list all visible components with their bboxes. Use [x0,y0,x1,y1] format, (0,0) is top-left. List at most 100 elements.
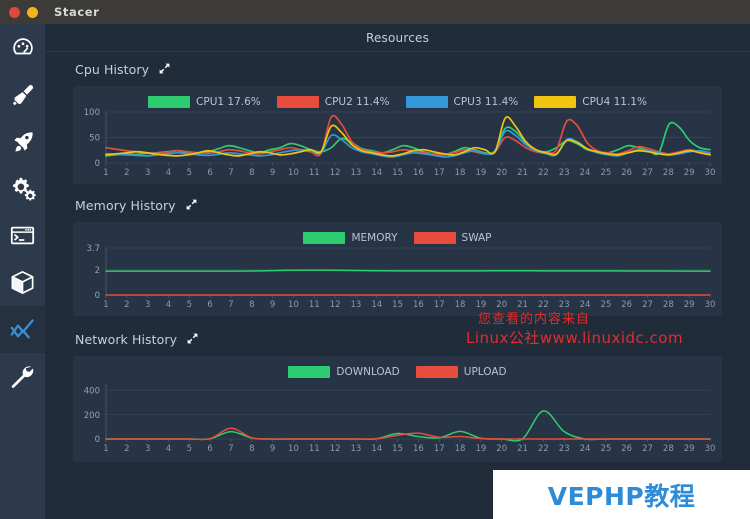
svg-text:3: 3 [145,444,150,454]
svg-text:30: 30 [705,300,716,310]
svg-text:8: 8 [249,168,254,178]
sidebar-item-startup-apps[interactable] [0,118,45,165]
titlebar: Stacer [0,0,750,24]
legend-label: CPU3 11.4% [453,96,519,108]
legend-label: CPU2 11.4% [324,96,390,108]
svg-text:23: 23 [559,300,570,310]
svg-text:24: 24 [580,168,591,178]
legend-entry: CPU1 17.6% [148,96,261,108]
svg-text:2: 2 [124,168,129,178]
svg-text:14: 14 [371,300,382,310]
svg-text:200: 200 [84,411,100,421]
gauge-icon [10,35,36,61]
legend-entry: MEMORY [303,232,398,244]
svg-text:17: 17 [434,168,445,178]
svg-text:2: 2 [95,266,100,276]
svg-text:21: 21 [517,444,528,454]
svg-text:7: 7 [228,168,233,178]
cpu-history-chart: CPU1 17.6% CPU2 11.4% CPU3 11.4% CPU4 11.1%… [73,86,722,184]
svg-text:17: 17 [434,300,445,310]
cpu-history-section: Cpu History CPU1 17.6% CPU2 11.4% CPU3 11.… [45,52,750,184]
svg-text:10: 10 [288,300,299,310]
svg-text:13: 13 [351,444,362,454]
svg-text:26: 26 [621,300,632,310]
terminal-icon [9,222,36,249]
window-title: Stacer [54,5,100,19]
svg-text:0: 0 [95,159,100,169]
svg-text:2: 2 [124,300,129,310]
page-title: Resources [365,30,430,45]
svg-text:16: 16 [413,444,424,454]
svg-text:14: 14 [371,168,382,178]
legend-swatch [534,96,577,108]
svg-text:4: 4 [166,444,171,454]
svg-text:7: 7 [228,444,233,454]
sidebar-item-uninstaller[interactable] [0,259,45,306]
svg-text:24: 24 [580,444,591,454]
memory-history-chart: MEMORY SWAP 0 2 3.7 1 2 3 4 5 6 7 8 9 10 11 12 13 14 15 16 1… [73,222,722,316]
legend-swatch [303,232,346,244]
line-chart-icon [9,316,36,343]
svg-text:7: 7 [228,300,233,310]
svg-text:5: 5 [187,444,192,454]
sidebar-item-system-cleaner[interactable] [0,71,45,118]
minimize-button[interactable] [27,6,38,18]
promo-banner-text: VEPHP教程 [547,481,696,511]
svg-text:28: 28 [663,444,674,454]
svg-text:6: 6 [207,168,212,178]
svg-text:27: 27 [642,444,653,454]
sidebar-item-services[interactable] [0,165,45,212]
svg-text:20: 20 [496,444,507,454]
svg-text:21: 21 [517,168,528,178]
stacer-window: Stacer Resources Cpu History CPU1 17.6% … [0,0,750,519]
svg-text:10: 10 [288,444,299,454]
svg-text:1: 1 [103,300,108,310]
svg-text:16: 16 [413,168,424,178]
svg-text:22: 22 [538,168,549,178]
legend-swatch [405,96,448,108]
sidebar-item-dashboard[interactable] [0,24,45,71]
svg-text:12: 12 [330,168,341,178]
svg-text:25: 25 [600,444,611,454]
svg-text:16: 16 [413,300,424,310]
svg-text:19: 19 [475,300,486,310]
svg-text:14: 14 [371,444,382,454]
svg-text:3.7: 3.7 [86,244,100,254]
svg-text:6: 6 [207,300,212,310]
svg-text:11: 11 [309,444,320,454]
svg-text:23: 23 [559,444,570,454]
svg-text:15: 15 [392,300,403,310]
svg-text:20: 20 [496,300,507,310]
legend-label: SWAP [461,232,492,244]
svg-text:29: 29 [684,168,695,178]
svg-text:4: 4 [166,300,171,310]
svg-text:27: 27 [642,168,653,178]
brush-icon [10,82,36,108]
legend-entry: CPU4 11.1% [534,96,647,108]
legend-swatch [413,232,456,244]
svg-text:1: 1 [103,168,108,178]
sidebar-item-processes[interactable] [0,212,45,259]
expand-arrows-icon[interactable] [158,60,171,79]
svg-text:22: 22 [538,300,549,310]
memory-chart-plot: 023.71 2 3 4 5 6 7 8 9 10 11 12 13 14 15 16 17 18 19 20 21 22… [86,244,716,310]
svg-text:19: 19 [475,168,486,178]
svg-text:28: 28 [663,300,674,310]
expand-arrows-icon[interactable] [186,330,199,349]
svg-text:100: 100 [84,108,100,118]
legend-entry: CPU3 11.4% [405,96,519,108]
legend-entry: CPU2 11.4% [276,96,390,108]
network-section-title: Network History [75,331,178,347]
svg-text:15: 15 [392,444,403,454]
close-button[interactable] [9,6,20,18]
svg-text:18: 18 [455,300,466,310]
svg-text:5: 5 [187,300,192,310]
expand-arrows-icon[interactable] [185,196,198,215]
sidebar-item-tools[interactable] [0,353,45,400]
package-icon [9,269,36,296]
svg-text:23: 23 [559,168,570,178]
svg-text:18: 18 [455,444,466,454]
cpu-section-header: Cpu History [73,52,722,86]
sidebar-item-resources[interactable] [0,306,45,353]
svg-text:29: 29 [684,444,695,454]
